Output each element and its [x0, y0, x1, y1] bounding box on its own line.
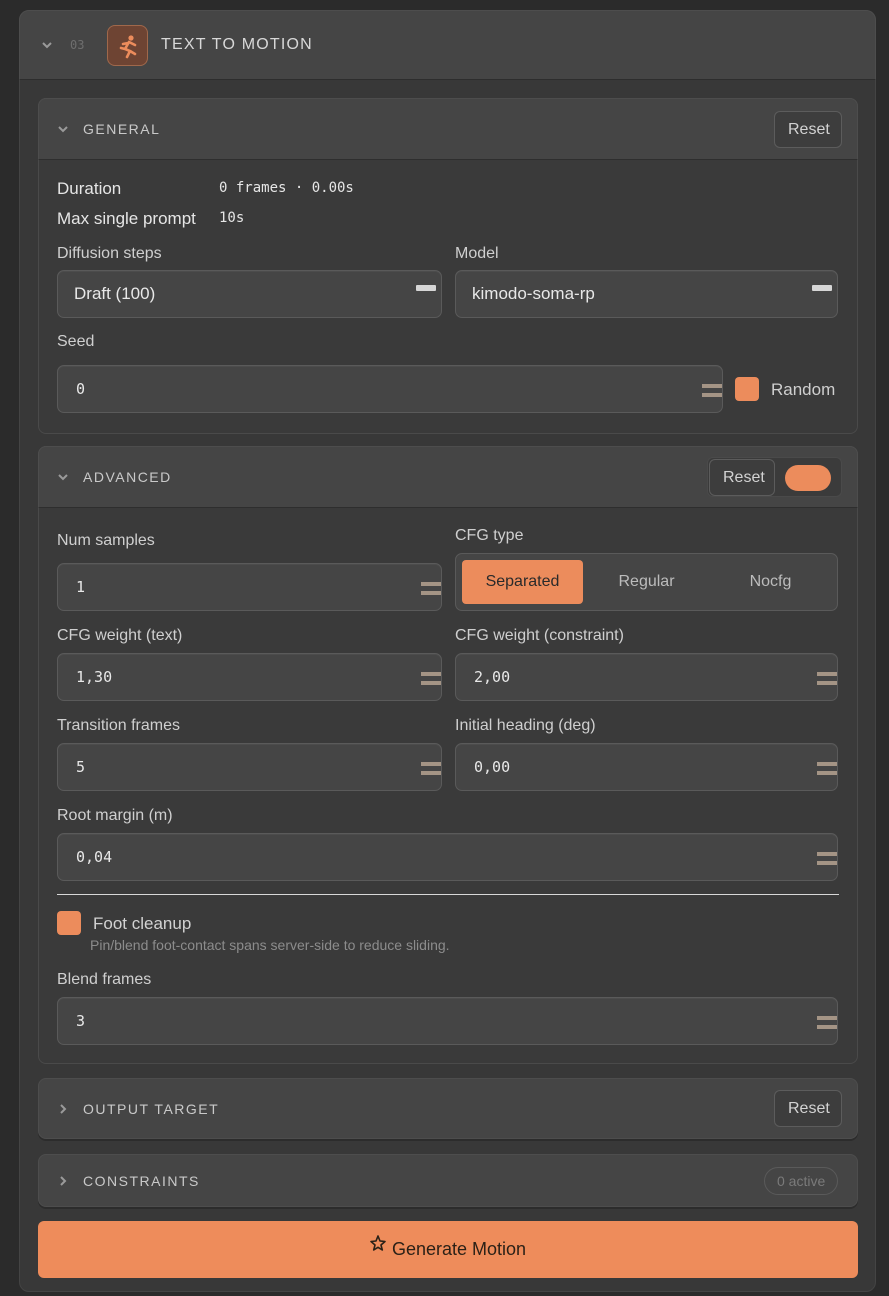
- random-checkbox[interactable]: [735, 377, 759, 401]
- diffusion-steps-select[interactable]: Draft (100): [57, 270, 442, 318]
- foot-cleanup-label: Foot cleanup: [93, 914, 192, 933]
- constraints-count-badge: 0 active: [764, 1167, 839, 1195]
- cfg-weight-constraint-input[interactable]: 2,00: [455, 653, 838, 701]
- foot-cleanup-checkbox[interactable]: [57, 911, 81, 935]
- num-samples-value: 1: [76, 578, 86, 596]
- stepper-icon[interactable]: [421, 582, 441, 596]
- chevron-right-icon[interactable]: [57, 1103, 69, 1115]
- chevron-down-icon[interactable]: [57, 123, 69, 135]
- stepper-icon[interactable]: [702, 384, 722, 398]
- random-label: Random: [771, 380, 836, 399]
- initial-heading-input[interactable]: 0,00: [455, 743, 838, 791]
- chevron-down-icon[interactable]: [57, 471, 69, 483]
- panel-title: TEXT TO MOTION: [161, 36, 313, 53]
- dropdown-dash-icon: [416, 285, 436, 291]
- cfg-option-nocfg[interactable]: Nocfg: [710, 560, 831, 604]
- cfg-option-separated[interactable]: Separated: [462, 560, 583, 604]
- num-samples-label: Num samples: [57, 532, 155, 549]
- blend-frames-input[interactable]: 3: [57, 997, 838, 1045]
- cfg-type-label: CFG type: [455, 527, 524, 544]
- root-margin-label: Root margin (m): [57, 807, 173, 824]
- chevron-right-icon[interactable]: [57, 1175, 69, 1187]
- model-select[interactable]: kimodo-soma-rp: [455, 270, 838, 318]
- panel-number: 03: [70, 38, 85, 52]
- model-label: Model: [455, 245, 499, 262]
- cfg-weight-text-label: CFG weight (text): [57, 627, 183, 644]
- chevron-down-icon[interactable]: [41, 39, 53, 51]
- stepper-icon[interactable]: [817, 672, 837, 686]
- initial-heading-label: Initial heading (deg): [455, 717, 596, 734]
- stepper-icon[interactable]: [817, 1016, 837, 1030]
- advanced-reset-button[interactable]: Reset: [709, 459, 775, 496]
- blend-frames-value: 3: [76, 1012, 86, 1030]
- generate-motion-button[interactable]: Generate Motion: [38, 1221, 858, 1278]
- cfg-weight-text-input[interactable]: 1,30: [57, 653, 442, 701]
- general-reset-button[interactable]: Reset: [774, 111, 842, 148]
- advanced-toggle[interactable]: [785, 465, 831, 491]
- divider: [57, 894, 839, 895]
- model-value: kimodo-soma-rp: [472, 284, 595, 303]
- seed-value: 0: [76, 380, 86, 398]
- stepper-icon[interactable]: [421, 672, 441, 686]
- duration-value: 0 frames · 0.00s: [219, 180, 354, 196]
- transition-frames-value: 5: [76, 758, 86, 776]
- cfg-type-segmented: Separated Regular Nocfg: [455, 553, 838, 611]
- stepper-icon[interactable]: [421, 762, 441, 776]
- running-figure-icon: [107, 25, 148, 66]
- general-title: GENERAL: [83, 121, 161, 137]
- duration-label: Duration: [57, 179, 122, 198]
- max-prompt-value: 10s: [219, 210, 245, 226]
- foot-cleanup-hint: Pin/blend foot-contact spans server-side…: [90, 937, 450, 953]
- cfg-option-regular[interactable]: Regular: [586, 560, 707, 604]
- num-samples-input[interactable]: 1: [57, 563, 442, 611]
- max-prompt-label: Max single prompt: [57, 209, 196, 228]
- cfg-weight-constraint-value: 2,00: [474, 668, 511, 686]
- diffusion-steps-value: Draft (100): [74, 284, 156, 303]
- blend-frames-label: Blend frames: [57, 971, 152, 988]
- cfg-weight-text-value: 1,30: [76, 668, 113, 686]
- dropdown-dash-icon: [812, 285, 832, 291]
- seed-label: Seed: [57, 333, 95, 350]
- root-margin-value: 0,04: [76, 848, 113, 866]
- constraints-title: CONSTRAINTS: [83, 1173, 200, 1189]
- generate-motion-label: Generate Motion: [391, 1239, 527, 1259]
- general-header[interactable]: [38, 98, 858, 160]
- sparkle-icon: [370, 1217, 386, 1274]
- output-target-title: OUTPUT TARGET: [83, 1101, 220, 1117]
- seed-input[interactable]: 0: [57, 365, 723, 413]
- root-margin-input[interactable]: 0,04: [57, 833, 838, 881]
- diffusion-steps-label: Diffusion steps: [57, 245, 162, 262]
- output-target-reset-button[interactable]: Reset: [774, 1090, 842, 1127]
- initial-heading-value: 0,00: [474, 758, 511, 776]
- stepper-icon[interactable]: [817, 762, 837, 776]
- cfg-weight-constraint-label: CFG weight (constraint): [455, 627, 624, 644]
- transition-frames-label: Transition frames: [57, 717, 180, 734]
- stepper-icon[interactable]: [817, 852, 837, 866]
- advanced-title: ADVANCED: [83, 469, 172, 485]
- transition-frames-input[interactable]: 5: [57, 743, 442, 791]
